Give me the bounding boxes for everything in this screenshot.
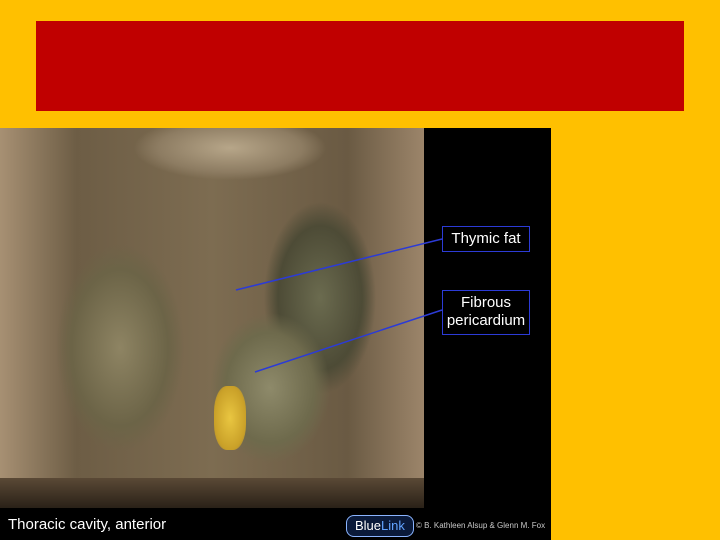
logo-part-blue: Blue [355, 518, 382, 533]
fibrous-text: Fibrous [460, 294, 512, 311]
thymic-fat-region [214, 386, 246, 450]
pericardium-text: pericardium [446, 312, 526, 329]
figure-caption: Thoracic cavity, anterior [8, 516, 167, 533]
thymic-fat-label: Thymic fat [442, 226, 530, 252]
thymic-fat-text: Thymic fat [451, 230, 521, 247]
logo-part-link: Link [381, 518, 405, 533]
bluelink-logo: BlueLink [346, 515, 414, 537]
title-bar [36, 21, 684, 111]
photo-bottom-edge [0, 478, 424, 508]
fibrous-pericardium-label: Fibrous pericardium [442, 290, 530, 335]
copyright-credit: © B. Kathleen Alsup & Glenn M. Fox [416, 521, 546, 530]
thoracic-cavity-photo [0, 128, 424, 478]
